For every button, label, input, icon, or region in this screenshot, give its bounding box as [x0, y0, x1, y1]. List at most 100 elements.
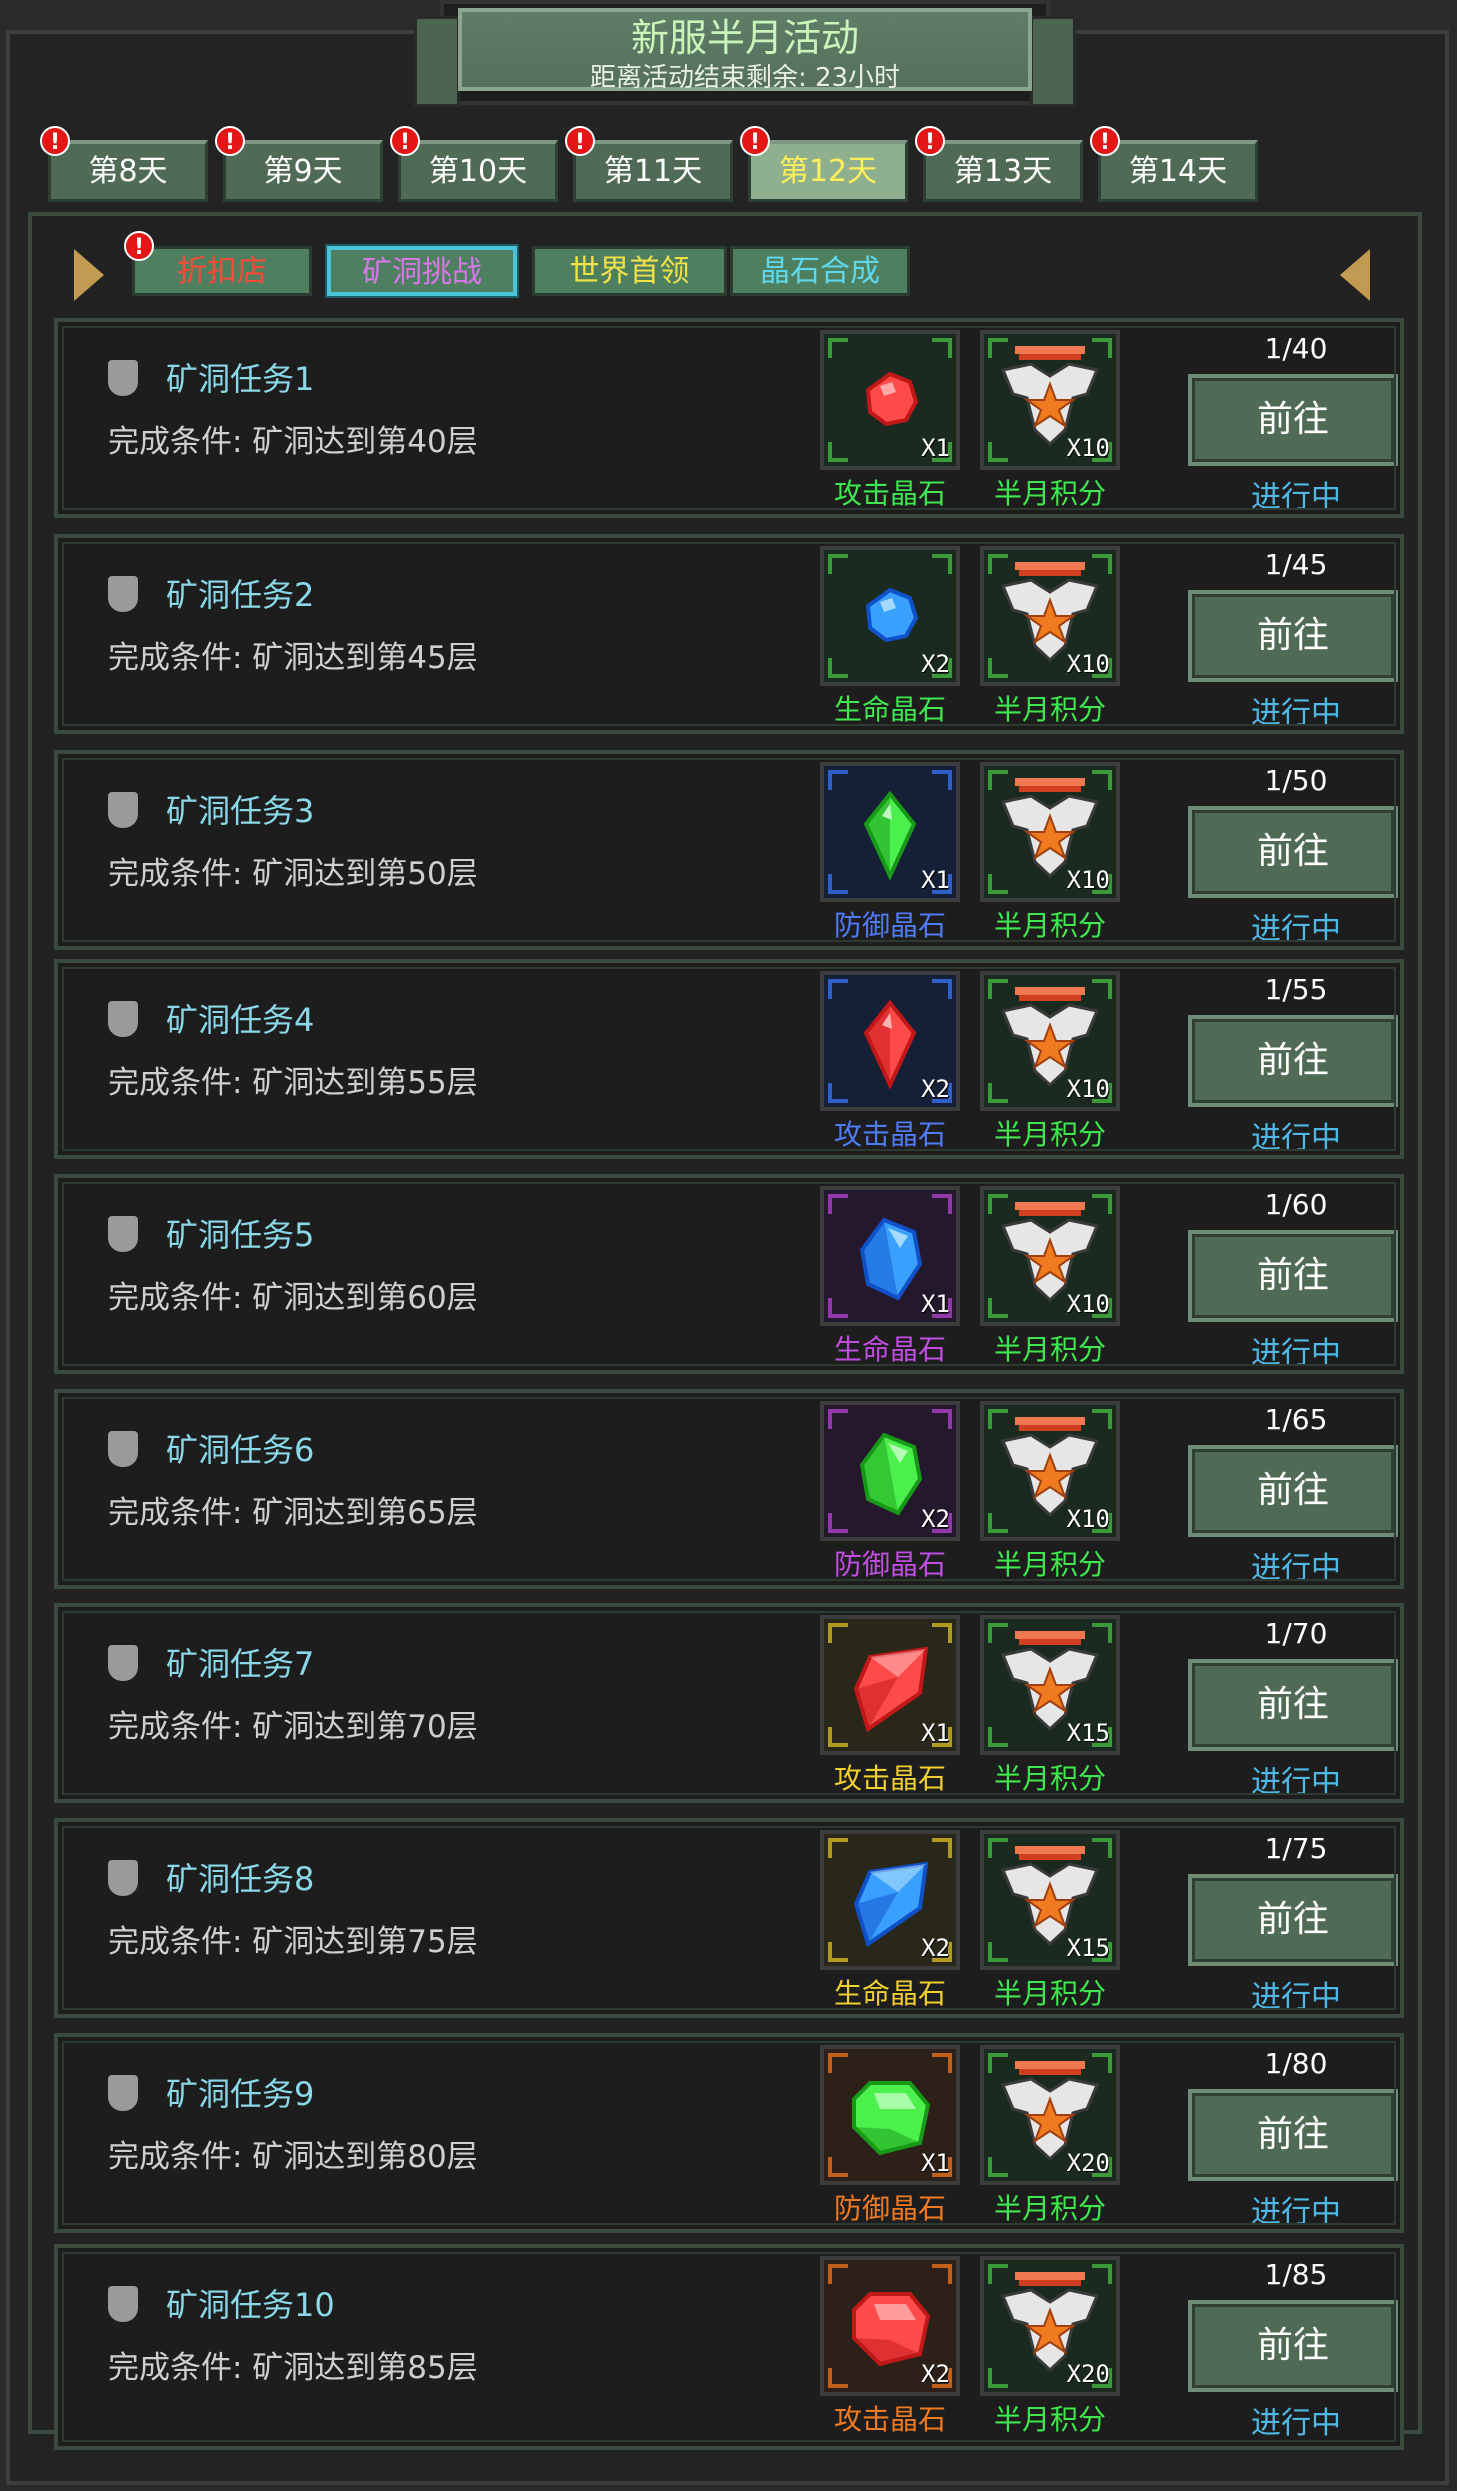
points-reward-slot[interactable]: X10 — [980, 1186, 1120, 1326]
shield-icon — [108, 2075, 138, 2111]
tab-day-9[interactable]: 第9天 — [223, 140, 383, 202]
subtab-4[interactable]: 晶石合成 — [730, 246, 910, 296]
points-reward-label: 半月积分 — [993, 2403, 1106, 2436]
progress-counter: 1/40 — [1264, 332, 1328, 365]
alert-badge-icon: ! — [565, 126, 595, 156]
go-button[interactable]: 前往 — [1188, 1230, 1398, 1322]
task-name: 矿洞任务3 — [166, 792, 315, 830]
points-reward-label: 半月积分 — [993, 1118, 1106, 1151]
go-button[interactable]: 前往 — [1188, 2089, 1398, 2181]
gem-reward-slot[interactable]: X2 — [820, 546, 960, 686]
subtab-1[interactable]: 折扣店 — [132, 246, 312, 296]
task-condition: 完成条件: 矿洞达到第80层 — [108, 2139, 478, 2175]
task-name: 矿洞任务8 — [166, 1860, 315, 1898]
task-condition: 完成条件: 矿洞达到第60层 — [108, 1280, 478, 1316]
go-button[interactable]: 前往 — [1188, 806, 1398, 898]
points-quantity: X15 — [1066, 1719, 1110, 1747]
tab-day-8[interactable]: 第8天 — [48, 140, 208, 202]
tab-day-14[interactable]: 第14天 — [1098, 140, 1258, 202]
task-condition: 完成条件: 矿洞达到第40层 — [108, 424, 478, 460]
title-banner: 新服半月活动 距离活动结束剩余: 23小时 — [414, 0, 1076, 107]
tab-label: 第14天 — [1128, 154, 1228, 189]
gem-reward-label: 防御晶石 — [833, 909, 946, 942]
gem-reward-slot[interactable]: X2 — [820, 1830, 960, 1970]
task-condition: 完成条件: 矿洞达到第55层 — [108, 1065, 478, 1101]
task-name: 矿洞任务5 — [166, 1216, 315, 1254]
points-quantity: X10 — [1066, 1505, 1110, 1533]
tab-day-11[interactable]: 第11天 — [573, 140, 733, 202]
status-text: 进行中 — [1251, 2406, 1341, 2441]
next-arrow-icon[interactable] — [1340, 249, 1370, 301]
task-condition: 完成条件: 矿洞达到第75层 — [108, 1924, 478, 1960]
status-text: 进行中 — [1251, 696, 1341, 731]
gem-reward-slot[interactable]: X2 — [820, 971, 960, 1111]
gem-quantity: X2 — [921, 2360, 950, 2388]
points-reward-slot[interactable]: X20 — [980, 2256, 1120, 2396]
points-reward-label: 半月积分 — [993, 1977, 1106, 2010]
task-card: 矿洞任务9 完成条件: 矿洞达到第80层 X1 防御晶石 X20 半月积分 1/80 前往… — [54, 2033, 1404, 2233]
gem-reward-label: 防御晶石 — [833, 1548, 946, 1581]
points-reward-label: 半月积分 — [993, 1333, 1106, 1366]
points-reward-slot[interactable]: X10 — [980, 971, 1120, 1111]
tab-label: 第13天 — [953, 154, 1053, 189]
gem-reward-slot[interactable]: X1 — [820, 1186, 960, 1326]
gem-reward-label: 攻击晶石 — [833, 2403, 946, 2436]
points-quantity: X10 — [1066, 1075, 1110, 1103]
shield-icon — [108, 792, 138, 828]
gem-reward-slot[interactable]: X1 — [820, 762, 960, 902]
task-name: 矿洞任务7 — [166, 1645, 315, 1683]
points-reward-slot[interactable]: X10 — [980, 546, 1120, 686]
gem-reward-label: 攻击晶石 — [833, 477, 946, 510]
gem-reward-slot[interactable]: X2 — [820, 2256, 960, 2396]
points-quantity: X10 — [1066, 434, 1110, 462]
task-card: 矿洞任务6 完成条件: 矿洞达到第65层 X2 防御晶石 X10 半月积分 1/65 前往… — [54, 1389, 1404, 1589]
gem-reward-slot[interactable]: X1 — [820, 1615, 960, 1755]
shield-icon — [108, 2286, 138, 2322]
gem-reward-slot[interactable]: X2 — [820, 1401, 960, 1541]
go-button[interactable]: 前往 — [1188, 1015, 1398, 1107]
shield-icon — [108, 1216, 138, 1252]
task-name: 矿洞任务6 — [166, 1431, 315, 1469]
gem-reward-slot[interactable]: X1 — [820, 2045, 960, 2185]
go-button[interactable]: 前往 — [1188, 374, 1398, 466]
progress-counter: 1/70 — [1264, 1617, 1328, 1650]
go-button[interactable]: 前往 — [1188, 590, 1398, 682]
points-reward-slot[interactable]: X15 — [980, 1830, 1120, 1970]
gem-quantity: X2 — [921, 1934, 950, 1962]
points-quantity: X15 — [1066, 1934, 1110, 1962]
points-reward-label: 半月积分 — [993, 2192, 1106, 2225]
day-tabs: 第8天! 第9天! 第10天! 第11天! 第12天! 第13天! 第14天! — [40, 126, 1448, 202]
go-button[interactable]: 前往 — [1188, 1659, 1398, 1751]
gem-reward-slot[interactable]: X1 — [820, 330, 960, 470]
shield-icon — [108, 1860, 138, 1896]
subtab-2[interactable]: 矿洞挑战 — [327, 246, 517, 296]
task-name: 矿洞任务9 — [166, 2075, 315, 2113]
go-button[interactable]: 前往 — [1188, 1874, 1398, 1966]
task-condition: 完成条件: 矿洞达到第50层 — [108, 856, 478, 892]
points-reward-slot[interactable]: X15 — [980, 1615, 1120, 1755]
prev-arrow-icon[interactable] — [74, 249, 104, 301]
gem-reward-label: 防御晶石 — [833, 2192, 946, 2225]
tab-day-13[interactable]: 第13天 — [923, 140, 1083, 202]
go-button[interactable]: 前往 — [1188, 2300, 1398, 2392]
tab-day-12[interactable]: 第12天 — [748, 140, 908, 202]
progress-counter: 1/75 — [1264, 1832, 1328, 1865]
task-panel: 折扣店! 矿洞挑战 世界首领 晶石合成 矿洞任务1 完成条件: 矿洞达到第40层 X1 攻… — [28, 212, 1422, 2450]
task-card: 矿洞任务2 完成条件: 矿洞达到第45层 X2 生命晶石 X10 半月积分 1/45 前往… — [54, 534, 1404, 734]
points-reward-slot[interactable]: X10 — [980, 1401, 1120, 1541]
subtab-3[interactable]: 世界首领 — [532, 246, 727, 296]
status-text: 进行中 — [1251, 1980, 1341, 2015]
gem-reward-label: 生命晶石 — [833, 1333, 946, 1366]
tab-day-10[interactable]: 第10天 — [398, 140, 558, 202]
alert-badge-icon: ! — [1090, 126, 1120, 156]
task-name: 矿洞任务2 — [166, 576, 315, 614]
go-button[interactable]: 前往 — [1188, 1445, 1398, 1537]
points-reward-label: 半月积分 — [993, 477, 1106, 510]
banner-plate: 新服半月活动 距离活动结束剩余: 23小时 — [458, 8, 1032, 93]
points-quantity: X10 — [1066, 650, 1110, 678]
gem-quantity: X1 — [921, 1290, 950, 1318]
gem-quantity: X1 — [921, 434, 950, 462]
points-reward-slot[interactable]: X10 — [980, 330, 1120, 470]
points-reward-slot[interactable]: X10 — [980, 762, 1120, 902]
points-reward-slot[interactable]: X20 — [980, 2045, 1120, 2185]
